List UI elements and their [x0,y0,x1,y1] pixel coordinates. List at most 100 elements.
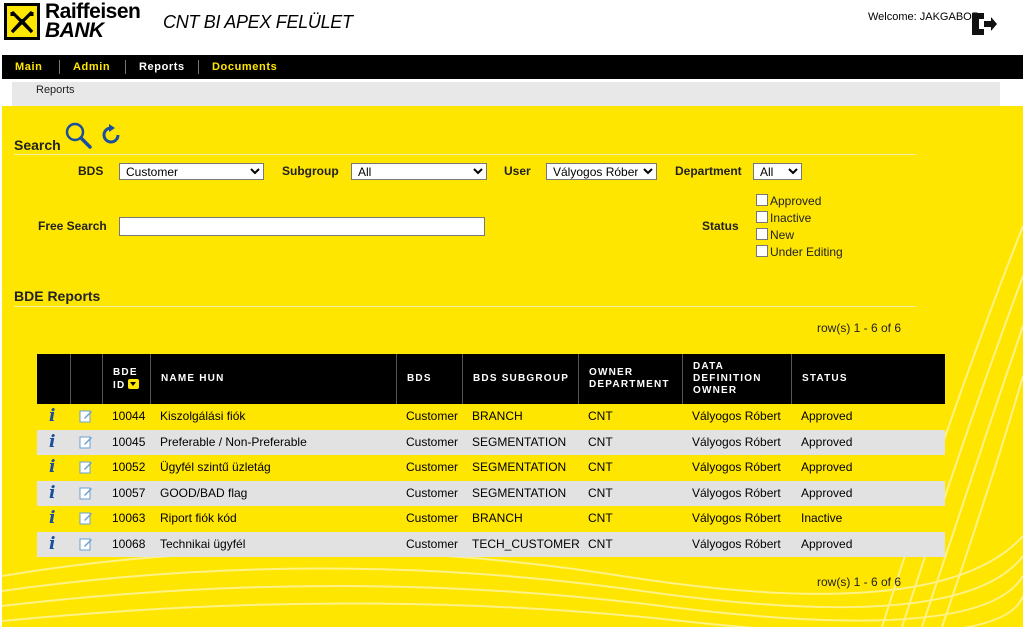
col-owner-department[interactable]: OWNER DEPARTMENT [578,354,682,404]
cell-bde-id: 10063 [112,511,146,525]
department-select[interactable]: All [753,163,802,180]
status-new-label: New [770,228,795,242]
user-select[interactable]: Vályogos Róbert [546,163,657,180]
table-row: i 10052 Ügyfél szintű üzletág Customer S… [37,455,945,481]
cell-bds-subgroup: SEGMENTATION [472,434,567,449]
cell-data-definition-owner: Vályogos Róbert [692,511,781,525]
cell-data-definition-owner: Vályogos Róbert [692,485,781,500]
cell-bds: Customer [406,511,459,525]
edit-icon[interactable] [79,460,93,477]
cell-data-definition-owner: Vályogos Róbert [692,409,781,423]
bds-select[interactable]: Customer [119,163,264,180]
header: Raiffeisen BANK CNT BI APEX FELÜLET Welc… [0,0,1023,55]
info-icon[interactable]: i [49,459,55,476]
status-inactive-checkbox[interactable]: Inactive [756,211,811,225]
logout-icon[interactable] [970,10,998,41]
subgroup-select[interactable]: All [351,163,487,180]
cell-bds: Customer [406,434,459,449]
table-body: i 10044 Kiszolgálási fiók Customer BRANC… [37,404,945,557]
checkbox-box[interactable] [756,211,768,223]
cell-name-hun: Ügyfél szintű üzletág [160,460,271,474]
bde-reports-table: BDE ID NAME HUN BDS BDS SUBGROUP OWNER D… [37,354,945,557]
col-bde-id[interactable]: BDE ID [102,354,150,404]
status-approved-label: Approved [770,194,822,208]
cell-bde-id: 10057 [112,485,146,500]
breadcrumb-item-reports[interactable]: Reports [36,84,75,96]
divider [14,306,916,307]
table-row: i 10045 Preferable / Non-Preferable Cust… [37,429,945,455]
search-magnifier-icon[interactable] [64,121,92,152]
col-bds-subgroup[interactable]: BDS SUBGROUP [462,354,578,404]
cell-name-hun: Riport fiók kód [160,511,237,525]
info-icon[interactable]: i [49,510,55,527]
divider [14,154,916,155]
cell-data-definition-owner: Vályogos Róbert [692,460,781,474]
col-data-definition-owner[interactable]: DATA DEFINITION OWNER [682,354,791,404]
checkbox-box[interactable] [756,245,768,257]
brand-line2: BANK [45,19,104,42]
cell-bde-id: 10052 [112,460,146,474]
checkbox-box[interactable] [756,194,768,206]
edit-icon[interactable] [79,435,93,452]
cell-status: Approved [801,460,853,474]
cell-status: Inactive [801,511,843,525]
cell-bde-id: 10044 [112,409,146,423]
main-content: Search BDS Customer Subgroup All User Vá… [2,106,1023,627]
checkbox-box[interactable] [756,228,768,240]
breadcrumb: Reports [12,82,1000,106]
status-approved-checkbox[interactable]: Approved [756,194,821,208]
nav-documents[interactable]: Documents [199,55,290,79]
status-new-checkbox[interactable]: New [756,228,794,242]
edit-icon[interactable] [79,486,93,503]
edit-icon[interactable] [79,511,93,528]
bde-reports-title: BDE Reports [14,288,101,304]
col-bds[interactable]: BDS [396,354,462,404]
status-label: Status [702,219,739,233]
cell-owner-department: CNT [588,536,613,551]
nav-main[interactable]: Main [2,55,55,79]
edit-icon[interactable] [79,537,93,554]
cell-owner-department: CNT [588,511,613,525]
cell-status: Approved [801,409,853,423]
sort-desc-icon[interactable] [128,378,140,389]
nav-reports[interactable]: Reports [126,55,198,79]
user-label: User [504,164,531,178]
table-row: i 10063 Riport fiók kód Customer BRANCH … [37,506,945,532]
info-icon[interactable]: i [49,433,55,451]
cell-owner-department: CNT [588,409,613,423]
cell-data-definition-owner: Vályogos Róbert [692,434,781,449]
cell-bds-subgroup: SEGMENTATION [472,460,567,474]
edit-icon[interactable] [79,409,93,426]
cell-bds: Customer [406,460,459,474]
raiffeisen-logo-icon [4,3,40,40]
cell-bds: Customer [406,536,459,551]
row-count-bottom: row(s) 1 - 6 of 6 [817,575,902,589]
cell-status: Approved [801,434,853,449]
bds-label: BDS [78,164,104,178]
info-icon[interactable]: i [49,408,55,425]
row-count-top: row(s) 1 - 6 of 6 [817,321,902,335]
status-under-editing-checkbox[interactable]: Under Editing [756,245,843,259]
nav-admin[interactable]: Admin [60,55,123,79]
search-title: Search [14,137,61,153]
col-name-hun[interactable]: NAME HUN [150,354,396,404]
free-search-input[interactable] [119,217,485,236]
table-row: i 10044 Kiszolgálási fiók Customer BRANC… [37,404,945,430]
cell-name-hun: Kiszolgálási fiók [160,409,246,423]
cell-owner-department: CNT [588,434,613,449]
department-label: Department [675,164,742,178]
cell-owner-department: CNT [588,460,613,474]
cell-bds: Customer [406,485,459,500]
table-row: i 10068 Technikai ügyfél Customer TECH_C… [37,531,945,557]
reset-refresh-icon[interactable] [99,123,123,150]
col-status[interactable]: STATUS [791,354,945,404]
subgroup-label: Subgroup [282,164,339,178]
cell-bds-subgroup: BRANCH [472,409,523,423]
info-icon[interactable]: i [49,535,55,553]
cell-bde-id: 10045 [112,434,146,449]
cell-bds-subgroup: SEGMENTATION [472,485,567,500]
cell-name-hun: GOOD/BAD flag [160,485,248,500]
status-inactive-label: Inactive [770,211,812,225]
info-icon[interactable]: i [49,484,55,502]
free-search-label: Free Search [38,219,107,233]
